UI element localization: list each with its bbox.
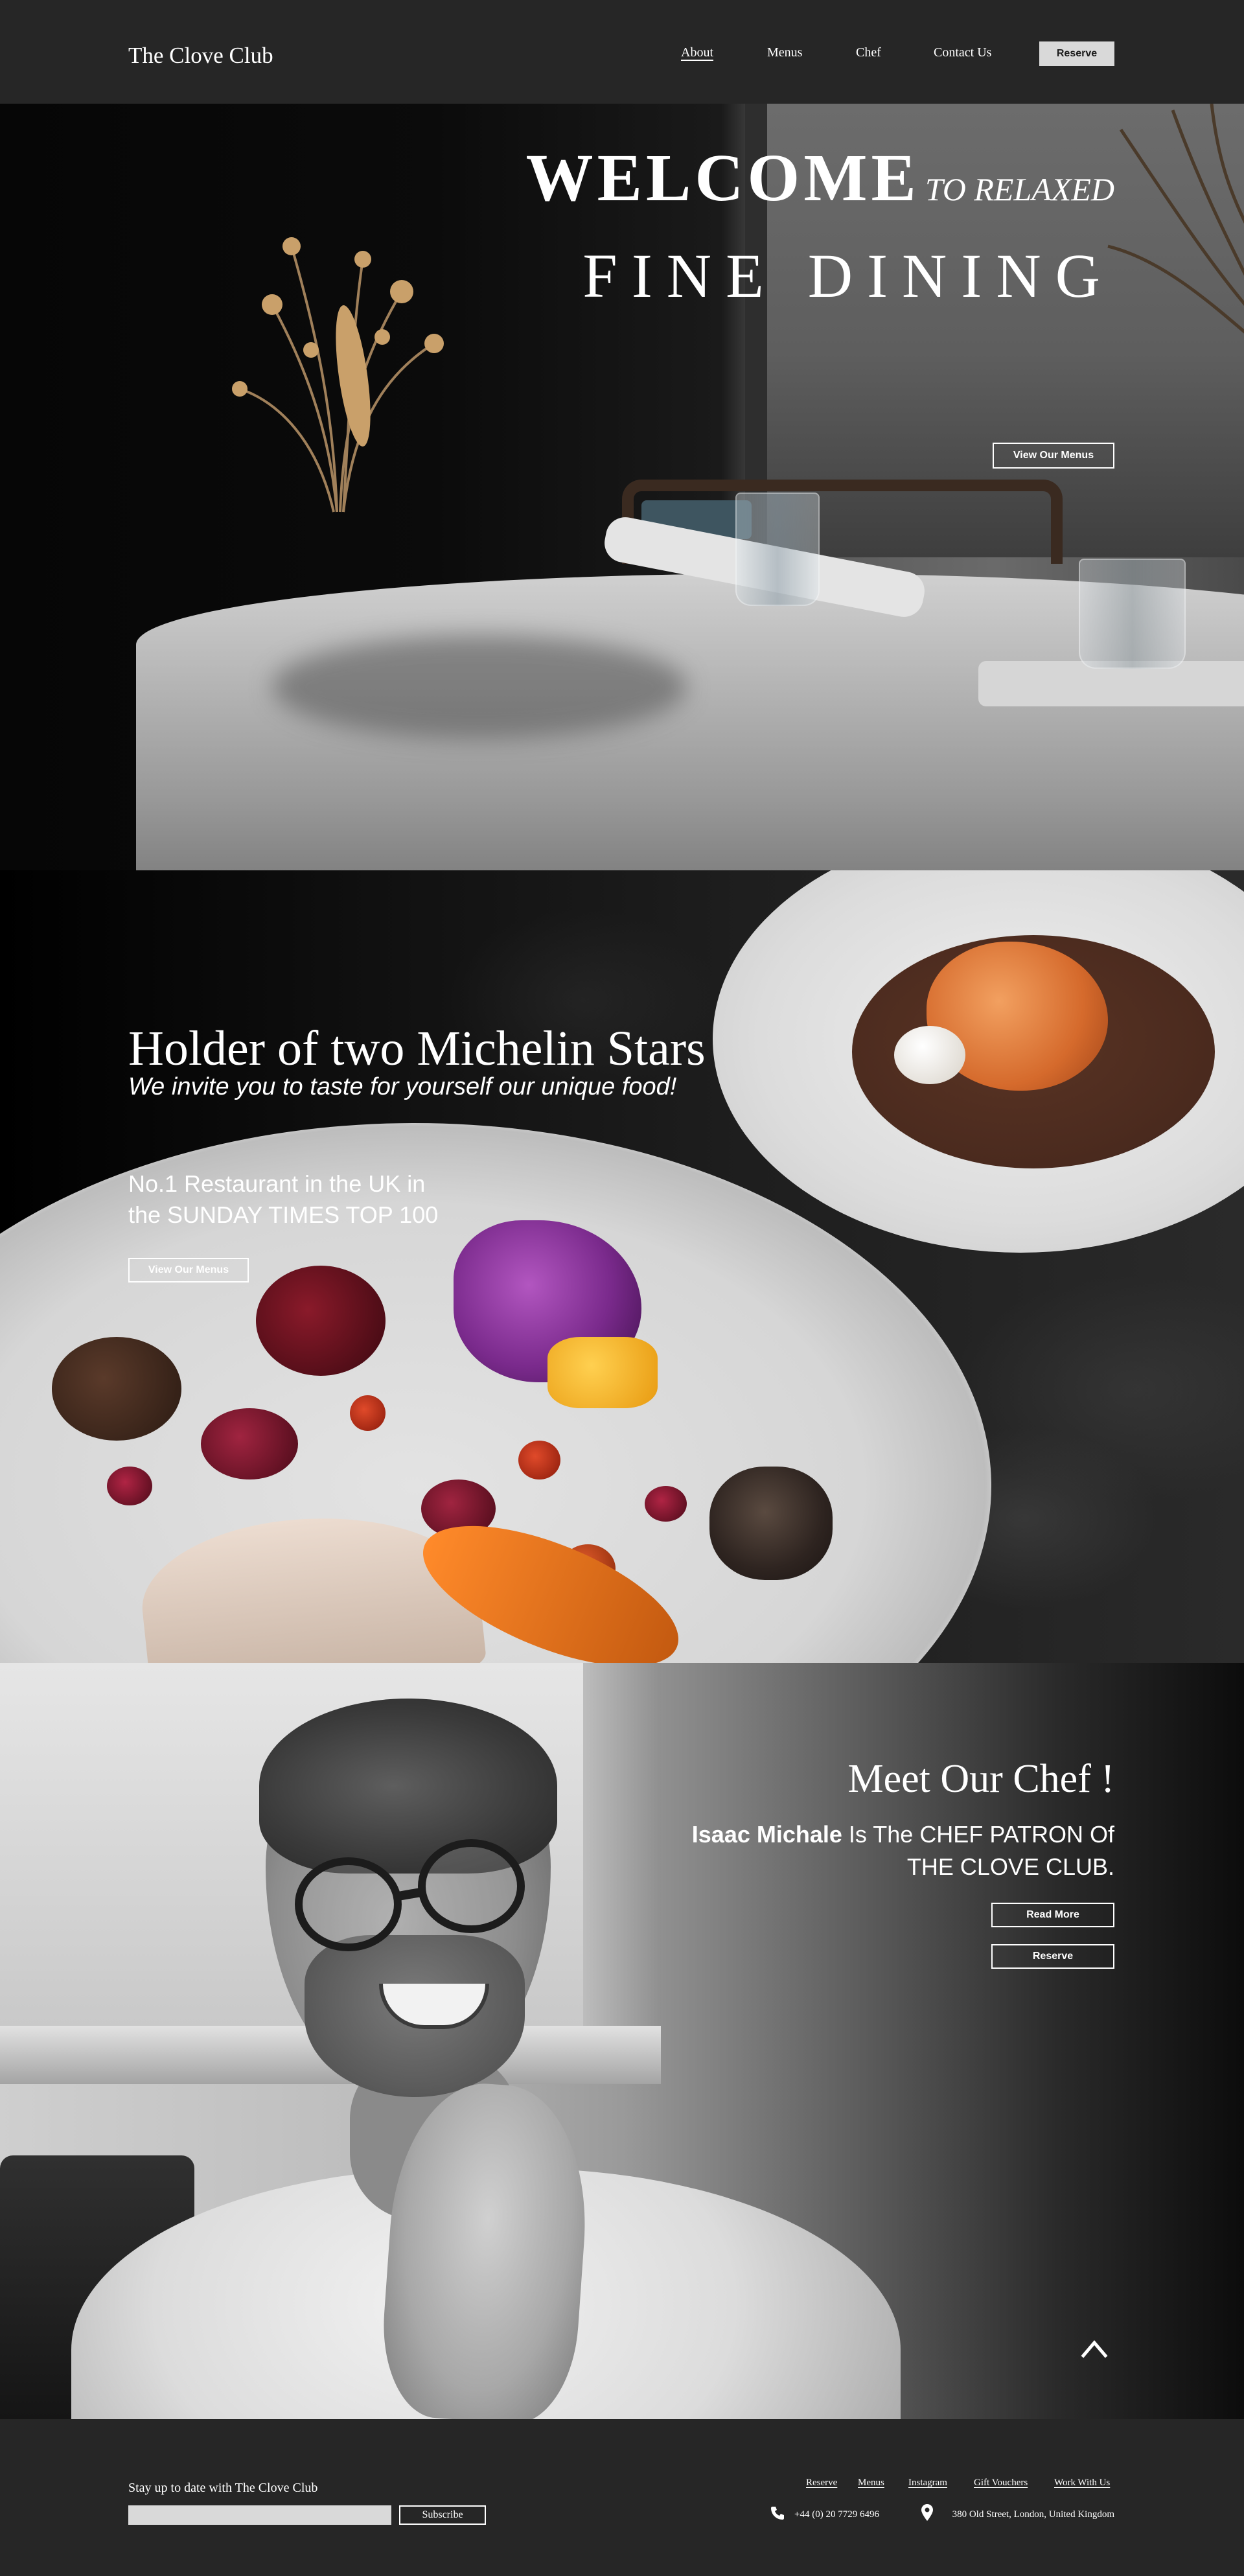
hero-table xyxy=(136,574,1244,870)
subscribe-label: Stay up to date with The Clove Club xyxy=(128,2481,318,2495)
chef-description-line2: THE CLOVE CLUB. xyxy=(906,1853,1114,1880)
branches-image xyxy=(1107,104,1244,334)
footer-link-menus[interactable]: Menus xyxy=(858,2477,884,2489)
hero-glass-right xyxy=(1079,559,1186,669)
michelin-subtitle: We invite you to taste for yourself our … xyxy=(128,1073,677,1100)
subscribe-button[interactable]: Subscribe xyxy=(399,2505,486,2525)
chef-title: Meet Our Chef ! xyxy=(847,1757,1114,1801)
chef-role-text: Is The CHEF PATRON Of xyxy=(842,1821,1114,1848)
beet-dot xyxy=(201,1408,298,1479)
dried-flowers-image xyxy=(232,237,444,513)
hero-view-menus-button[interactable]: View Our Menus xyxy=(993,443,1114,469)
header-reserve-button[interactable]: Reserve xyxy=(1039,41,1114,66)
footer-address: 380 Old Street, London, United Kingdom xyxy=(952,2509,1114,2520)
site-logo[interactable]: The Clove Club xyxy=(128,43,273,69)
beet-garnish xyxy=(256,1266,386,1376)
chevron-up-icon[interactable] xyxy=(1079,2336,1109,2360)
hero-glass xyxy=(735,493,820,606)
beet-garnish xyxy=(52,1337,181,1441)
michelin-view-menus-button[interactable]: View Our Menus xyxy=(128,1258,249,1282)
plate-dumpling xyxy=(894,1026,965,1084)
beet-dot xyxy=(645,1486,687,1522)
glasses-lens-left xyxy=(295,1857,402,1951)
chef-window-frame xyxy=(583,1663,661,2026)
michelin-award-line1: No.1 Restaurant in the UK in xyxy=(128,1170,426,1197)
nav-contact-us[interactable]: Contact Us xyxy=(934,45,991,60)
hero-welcome-word: WELCOME xyxy=(525,141,920,215)
footer-link-gift-vouchers[interactable]: Gift Vouchers xyxy=(974,2477,1028,2489)
chef-reserve-button[interactable]: Reserve xyxy=(991,1944,1114,1969)
chef-hair xyxy=(259,1699,557,1874)
hero-welcome-suffix: TO RELAXED xyxy=(925,171,1114,207)
site-footer xyxy=(0,2419,1244,2576)
hero-table-shadow xyxy=(272,635,687,739)
nav-about[interactable]: About xyxy=(681,45,713,60)
footer-link-instagram[interactable]: Instagram xyxy=(908,2477,947,2489)
michelin-award-line2: the SUNDAY TIMES TOP 100 xyxy=(128,1201,439,1228)
nav-menus[interactable]: Menus xyxy=(767,45,802,60)
footer-link-work-with-us[interactable]: Work With Us xyxy=(1054,2477,1110,2489)
hero-fine-dining-heading: FINE DINING xyxy=(582,241,1114,310)
hero-welcome-heading: WELCOME TO RELAXED xyxy=(526,139,1114,216)
glasses-lens-right xyxy=(418,1839,525,1933)
chef-read-more-button[interactable]: Read More xyxy=(991,1903,1114,1927)
chef-name: Isaac Michale xyxy=(691,1821,842,1848)
black-pudding xyxy=(709,1467,833,1580)
hero-section xyxy=(0,104,1244,870)
location-pin-icon xyxy=(921,2504,933,2521)
michelin-title: Holder of two Michelin Stars xyxy=(128,1021,706,1076)
nav-chef[interactable]: Chef xyxy=(856,45,881,60)
footer-link-reserve[interactable]: Reserve xyxy=(806,2477,837,2489)
footer-phone[interactable]: +44 (0) 20 7729 6496 xyxy=(794,2509,879,2520)
chef-description-line1: Isaac Michale Is The CHEF PATRON Of xyxy=(692,1821,1114,1848)
subscribe-email-input[interactable] xyxy=(128,2505,391,2525)
tomato-dot xyxy=(350,1395,386,1431)
tomato-dot xyxy=(518,1441,560,1479)
phone-icon xyxy=(771,2507,784,2520)
yellow-beet xyxy=(547,1337,658,1408)
beet-dot xyxy=(107,1467,152,1505)
